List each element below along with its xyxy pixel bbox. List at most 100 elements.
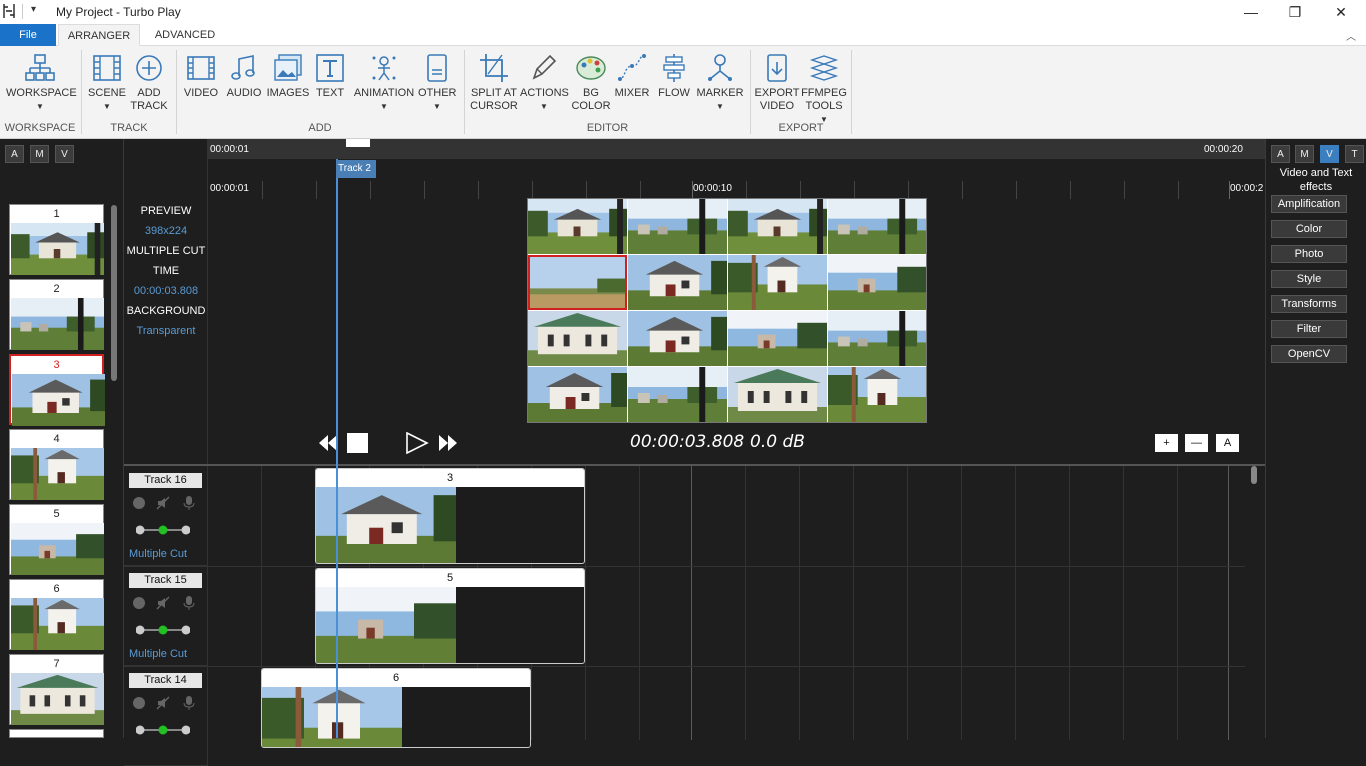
bg-color-button[interactable]: BG COLOR — [570, 52, 612, 113]
scene-thumbnail-selected[interactable]: 3 — [9, 354, 105, 426]
track-name[interactable]: Track 15 — [129, 573, 202, 588]
tab-advanced[interactable]: ADVANCED — [146, 24, 224, 46]
track-mode[interactable]: Multiple Cut — [129, 548, 187, 560]
scene-thumbnail[interactable]: 7 — [9, 654, 104, 725]
scene-image — [11, 673, 104, 725]
scene-button[interactable]: SCENE ▼ — [88, 52, 126, 113]
audio-button[interactable]: AUDIO — [224, 52, 264, 100]
close-button[interactable]: ✕ — [1318, 0, 1364, 24]
scene-number: 1 — [53, 208, 60, 220]
volume-slider[interactable] — [136, 724, 190, 736]
preview-cell — [628, 311, 727, 366]
time-value[interactable]: 00:00:03.808 — [124, 285, 208, 297]
scene-thumbnail[interactable]: 4 — [9, 429, 104, 500]
flow-button[interactable]: FLOW — [656, 52, 692, 100]
effect-amplification-button[interactable]: Amplification — [1271, 195, 1347, 213]
grid-line — [853, 466, 854, 740]
mute-icon[interactable] — [156, 696, 170, 710]
group-divider — [851, 50, 852, 134]
microphone-icon[interactable] — [182, 496, 196, 510]
record-icon[interactable] — [132, 496, 146, 510]
stop-icon[interactable] — [347, 433, 368, 453]
preview-cell — [828, 199, 926, 254]
preview-cell — [628, 367, 727, 422]
animation-button[interactable]: ANIMATION ▼ — [352, 52, 416, 113]
effect-color-button[interactable]: Color — [1271, 220, 1347, 238]
scene-thumbnail[interactable]: 1 — [9, 204, 104, 275]
rewind-icon[interactable] — [318, 434, 338, 452]
mute-icon[interactable] — [156, 596, 170, 610]
preview-cell — [628, 199, 727, 254]
timeline-clip[interactable]: 3 — [315, 468, 585, 564]
track-name[interactable]: Track 14 — [129, 673, 202, 688]
mode-mixed-button[interactable]: M — [30, 145, 49, 163]
timeline-clip[interactable]: 5 — [315, 568, 585, 664]
video-label: VIDEO — [183, 87, 219, 99]
play-icon[interactable] — [405, 432, 429, 454]
clip-label: 6 — [262, 669, 530, 687]
ruler-tick — [316, 181, 317, 199]
auto-zoom-button[interactable]: A — [1216, 434, 1239, 452]
zoom-out-button[interactable]: — — [1185, 434, 1208, 452]
video-preview[interactable] — [527, 198, 927, 423]
mute-icon[interactable] — [156, 496, 170, 510]
preview-resolution[interactable]: 398x224 — [124, 225, 208, 237]
effects-mode-mixed[interactable]: M — [1295, 145, 1314, 163]
scene-thumbnail[interactable]: 2 — [9, 279, 104, 350]
video-button[interactable]: VIDEO — [182, 52, 220, 100]
bg-label-1: BG — [583, 87, 599, 99]
scene-thumbnail[interactable] — [9, 729, 104, 738]
track-mode[interactable]: Multiple Cut — [129, 648, 187, 660]
record-icon[interactable] — [132, 596, 146, 610]
split-at-cursor-button[interactable]: SPLIT AT CURSOR — [470, 52, 518, 113]
scene-image — [11, 223, 104, 275]
effect-filter-button[interactable]: Filter — [1271, 320, 1347, 338]
fast-forward-icon[interactable] — [438, 434, 458, 452]
effect-opencv-button[interactable]: OpenCV — [1271, 345, 1347, 363]
mode-audio-button[interactable]: A — [5, 145, 24, 163]
background-label: BACKGROUND — [126, 305, 206, 317]
add-track-button[interactable]: ADD TRACK — [128, 52, 170, 113]
maximize-button[interactable]: ❐ — [1272, 0, 1318, 24]
scene-scrollbar[interactable] — [111, 205, 117, 381]
scene-thumbnail[interactable]: 5 — [9, 504, 104, 575]
scene-thumbnail[interactable]: 6 — [9, 579, 104, 650]
effects-mode-audio[interactable]: A — [1271, 145, 1290, 163]
mixer-button[interactable]: MIXER — [614, 52, 650, 100]
effects-mode-text[interactable]: T — [1345, 145, 1364, 163]
effect-transforms-button[interactable]: Transforms — [1271, 295, 1347, 313]
timeline-cursor[interactable] — [336, 159, 338, 738]
track-name[interactable]: Track 16 — [129, 473, 202, 488]
quick-access-dropdown-icon[interactable]: ▾ — [31, 4, 36, 15]
flow-icon — [663, 54, 685, 82]
volume-slider[interactable] — [136, 524, 190, 536]
effect-photo-button[interactable]: Photo — [1271, 245, 1347, 263]
mode-video-button[interactable]: V — [55, 145, 74, 163]
effects-mode-video[interactable]: V — [1320, 145, 1339, 163]
playhead-handle[interactable] — [346, 139, 370, 147]
images-button[interactable]: IMAGES — [266, 52, 310, 100]
effect-style-button[interactable]: Style — [1271, 270, 1347, 288]
tracks-scrollbar[interactable] — [1251, 466, 1257, 484]
minimize-button[interactable]: — — [1228, 0, 1274, 24]
actions-button[interactable]: ACTIONS ▼ — [520, 52, 569, 113]
volume-slider[interactable] — [136, 624, 190, 636]
background-value[interactable]: Transparent — [124, 325, 208, 337]
timeline-clip[interactable]: 6 — [261, 668, 531, 748]
ruler-tick — [800, 181, 801, 199]
zoom-in-button[interactable]: + — [1155, 434, 1178, 452]
tab-file[interactable]: File — [0, 24, 56, 46]
export-video-button[interactable]: EXPORT VIDEO — [754, 52, 800, 113]
preview-cell — [528, 367, 627, 422]
record-icon[interactable] — [132, 696, 146, 710]
tab-arranger[interactable]: ARRANGER — [58, 24, 140, 46]
marker-button[interactable]: MARKER ▼ — [696, 52, 744, 113]
microphone-icon[interactable] — [182, 696, 196, 710]
workspace-button[interactable]: WORKSPACE ▼ — [6, 52, 77, 113]
ffmpeg-tools-button[interactable]: FFMPEG TOOLS ▼ — [800, 52, 848, 126]
microphone-icon[interactable] — [182, 596, 196, 610]
collapse-ribbon-icon[interactable]: ︿ — [1346, 28, 1356, 43]
text-button[interactable]: TEXT — [312, 52, 348, 100]
scene-image — [12, 374, 105, 426]
other-button[interactable]: OTHER ▼ — [418, 52, 457, 113]
